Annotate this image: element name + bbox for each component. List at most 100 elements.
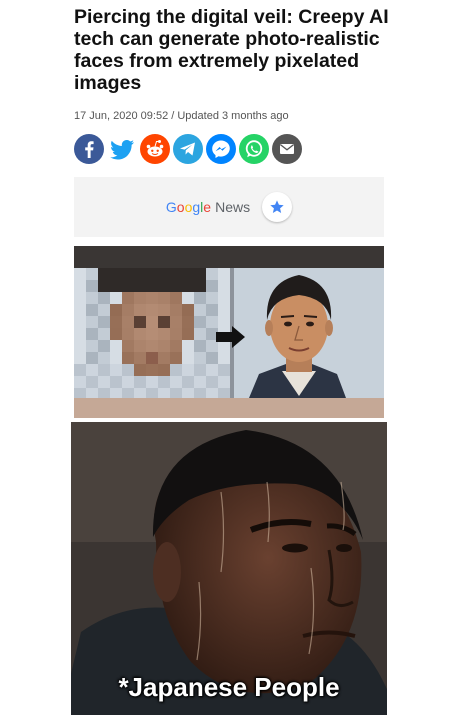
mosaic-block <box>134 268 146 280</box>
mosaic-block <box>122 292 134 304</box>
mosaic-block <box>194 328 206 340</box>
article-timestamp: 17 Jun, 2020 09:52 / Updated 3 months ag… <box>74 110 289 122</box>
mosaic-block <box>146 292 158 304</box>
mosaic-block <box>134 340 146 352</box>
pixelated-face <box>74 268 230 400</box>
mosaic-block <box>98 340 110 352</box>
mosaic-block <box>134 304 146 316</box>
mosaic-block <box>146 316 158 328</box>
mosaic-block <box>122 304 134 316</box>
mosaic-block <box>86 268 98 280</box>
mosaic-block <box>98 376 110 388</box>
mosaic-block <box>194 304 206 316</box>
mosaic-block <box>122 280 134 292</box>
google-news-follow-button[interactable]: Google News <box>74 177 384 237</box>
reddit-icon[interactable] <box>140 134 170 164</box>
mosaic-block <box>134 316 146 328</box>
mosaic-block <box>110 364 122 376</box>
mosaic-block <box>206 376 218 388</box>
mosaic-block <box>86 316 98 328</box>
mosaic-block <box>110 268 122 280</box>
twitter-icon[interactable] <box>107 134 137 164</box>
mosaic-block <box>194 376 206 388</box>
mosaic-block <box>122 364 134 376</box>
mosaic-block <box>194 292 206 304</box>
mosaic-block <box>86 340 98 352</box>
mosaic-block <box>146 340 158 352</box>
telegram-icon[interactable] <box>173 134 203 164</box>
mosaic-block <box>206 268 218 280</box>
mosaic-block <box>86 328 98 340</box>
mosaic-block <box>98 268 110 280</box>
meme-reaction-image: *Japanese People <box>71 422 387 715</box>
mosaic-block <box>98 364 110 376</box>
mosaic-block <box>98 280 110 292</box>
mosaic-block <box>206 280 218 292</box>
mosaic-block <box>182 268 194 280</box>
mosaic-block <box>218 280 230 292</box>
mosaic-block <box>158 376 170 388</box>
mosaic-block <box>74 328 86 340</box>
mosaic-block <box>122 340 134 352</box>
facebook-icon[interactable] <box>74 134 104 164</box>
mosaic-block <box>122 268 134 280</box>
mosaic-block <box>74 316 86 328</box>
mosaic-block <box>218 304 230 316</box>
mosaic-block <box>194 316 206 328</box>
mosaic-block <box>122 376 134 388</box>
mosaic-block <box>110 376 122 388</box>
mosaic-block <box>194 340 206 352</box>
google-news-label: Google News <box>166 199 250 215</box>
mosaic-block <box>206 304 218 316</box>
email-icon[interactable] <box>272 134 302 164</box>
mosaic-block <box>74 352 86 364</box>
mosaic-block <box>218 292 230 304</box>
mosaic-block <box>134 376 146 388</box>
mosaic-block <box>158 280 170 292</box>
mosaic-block <box>170 268 182 280</box>
mosaic-block <box>98 304 110 316</box>
mosaic-block <box>182 328 194 340</box>
meme-caption: *Japanese People <box>118 672 340 702</box>
mosaic-block <box>134 280 146 292</box>
whatsapp-icon[interactable] <box>239 134 269 164</box>
mosaic-block <box>122 352 134 364</box>
mosaic-block <box>170 304 182 316</box>
star-icon[interactable] <box>262 192 293 222</box>
mosaic-block <box>194 268 206 280</box>
messenger-icon[interactable] <box>206 134 236 164</box>
mosaic-block <box>158 304 170 316</box>
mosaic-block <box>74 268 86 280</box>
mosaic-block <box>134 328 146 340</box>
mosaic-block <box>74 376 86 388</box>
mosaic-block <box>146 280 158 292</box>
mosaic-block <box>146 328 158 340</box>
mosaic-block <box>110 292 122 304</box>
mosaic-block <box>158 268 170 280</box>
mosaic-block <box>218 316 230 328</box>
article-headline[interactable]: Piercing the digital veil: Creepy AI tec… <box>74 6 394 94</box>
mosaic-block <box>158 316 170 328</box>
mosaic-block <box>134 364 146 376</box>
mosaic-block <box>194 364 206 376</box>
mosaic-block <box>182 340 194 352</box>
mosaic-block <box>74 280 86 292</box>
mosaic-block <box>158 328 170 340</box>
mosaic-block <box>182 316 194 328</box>
mosaic-block <box>170 292 182 304</box>
generated-face <box>234 268 384 398</box>
mosaic-block <box>170 364 182 376</box>
mosaic-block <box>134 352 146 364</box>
mosaic-block <box>170 280 182 292</box>
mosaic-block <box>86 352 98 364</box>
mosaic-block <box>98 292 110 304</box>
mosaic-block <box>74 292 86 304</box>
mosaic-block <box>182 364 194 376</box>
mosaic-block <box>218 364 230 376</box>
mosaic-block <box>146 364 158 376</box>
mosaic-block <box>170 328 182 340</box>
mosaic-block <box>158 364 170 376</box>
mosaic-block <box>146 268 158 280</box>
mosaic-block <box>218 376 230 388</box>
pixelated-vs-generated-image <box>74 246 384 418</box>
